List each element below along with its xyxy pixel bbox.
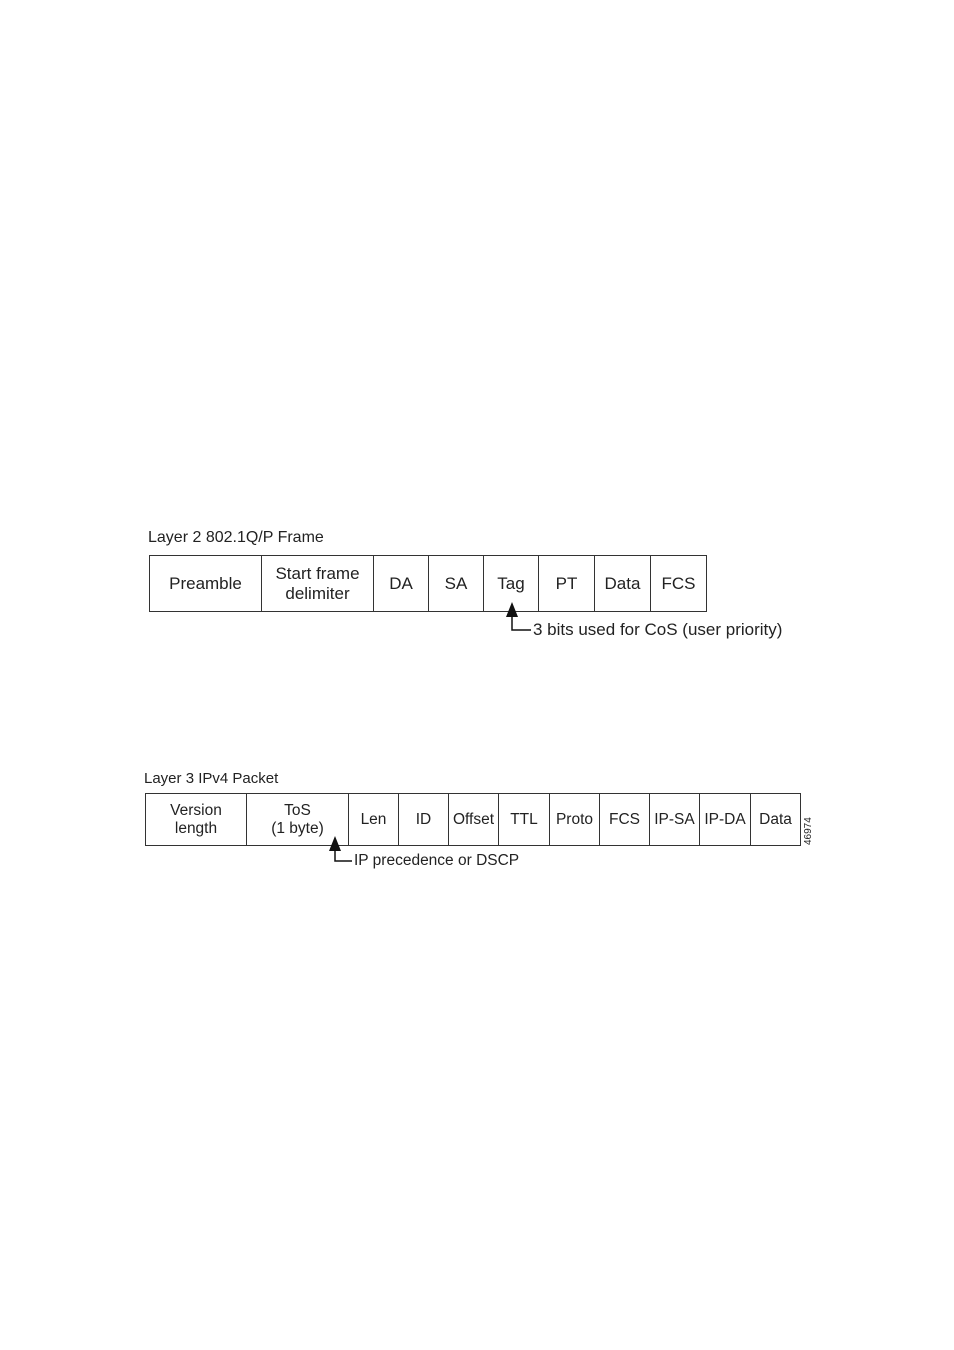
field-da: DA [374,556,429,611]
field-id: ID [399,794,449,845]
callout-arrow-icon [506,602,531,631]
field-pt: PT [539,556,595,611]
field-proto: Proto [550,794,600,845]
field-preamble: Preamble [150,556,262,611]
field-data: Data [759,810,792,828]
field-start-frame-delimiter: Start frame delimiter [262,556,374,611]
field-ip-sa: IP-SA [650,794,700,845]
layer2-title: Layer 2 802.1Q/P Frame [148,529,324,546]
field-version-length: Version length [146,794,247,845]
layer3-callout-text: IP precedence or DSCP [354,852,520,869]
figure-id: 46974 [803,817,814,845]
field-fcs: FCS [600,794,650,845]
layer2-frame: Preamble Start frame delimiter DA SA Tag… [149,555,707,612]
field-offset: Offset [449,794,499,845]
layer3-frame: Version length ToS (1 byte) Len ID Offse… [145,793,801,846]
field-sa: SA [429,556,484,611]
field-ip-da: IP-DA [700,794,751,845]
field-fcs: FCS [661,573,696,593]
layer2-callout-text: 3 bits used for CoS (user priority) [533,620,783,639]
field-ttl: TTL [499,794,550,845]
layer3-title: Layer 3 IPv4 Packet [144,770,279,787]
field-data: Data [595,556,651,611]
